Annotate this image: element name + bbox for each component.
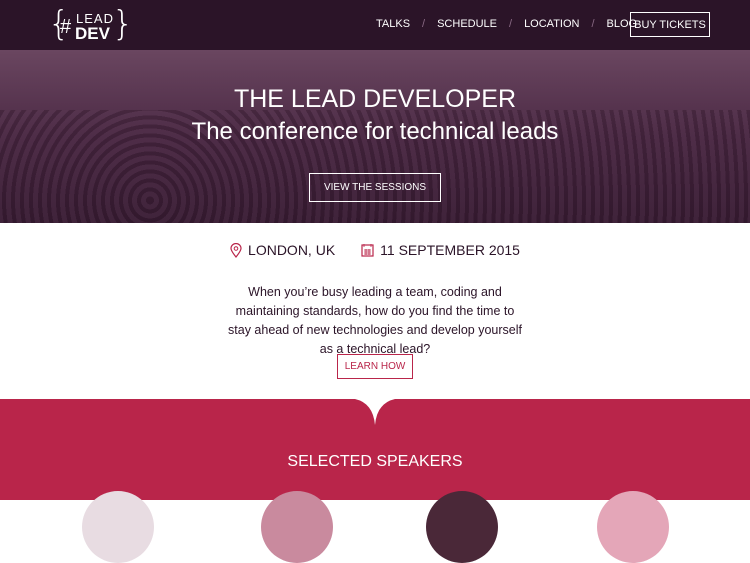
lead-dev-logo[interactable]: { # LEAD DEV } — [48, 7, 134, 43]
speakers-title: SELECTED SPEAKERS — [287, 453, 463, 470]
nav-separator: / — [591, 18, 595, 30]
site-header: { # LEAD DEV } TALKS / SCHEDULE / LOCATION… — [0, 0, 750, 50]
logo-hash: # — [60, 16, 72, 38]
event-date: 11 SEPTEMBER 2015 — [380, 242, 520, 258]
hero-title: THE LEAD DEVELOPER — [233, 85, 517, 113]
speaker-photo[interactable] — [82, 491, 154, 563]
main-nav: TALKS / SCHEDULE / LOCATION / BLOG — [376, 18, 637, 30]
hero-banner: THE LEAD DEVELOPER The conference for te… — [0, 50, 750, 223]
nav-talks[interactable]: TALKS — [376, 18, 410, 30]
nav-location[interactable]: LOCATION — [524, 18, 579, 30]
speaker-photo[interactable] — [261, 491, 333, 563]
buy-tickets-button[interactable]: BUY TICKETS — [630, 12, 710, 37]
speaker-photo[interactable] — [426, 491, 498, 563]
section-notch — [355, 399, 395, 425]
speaker-photo[interactable] — [597, 491, 669, 563]
view-sessions-button[interactable]: VIEW THE SESSIONS — [309, 173, 441, 202]
nav-separator: / — [509, 18, 513, 30]
hero-subtitle: The conference for technical leads — [191, 118, 559, 145]
location-pin-icon — [230, 242, 242, 258]
event-meta: LONDON, UK 11 SEPTEMBER 2015 — [0, 242, 750, 258]
logo-bottom: DEV — [75, 24, 110, 43]
nav-separator: / — [422, 18, 426, 30]
logo-brace-right: } — [112, 4, 134, 44]
intro-text: When you’re busy leading a team, coding … — [228, 285, 522, 356]
learn-how-button[interactable]: LEARN HOW — [337, 354, 413, 379]
event-location: LONDON, UK — [248, 242, 336, 258]
nav-schedule[interactable]: SCHEDULE — [437, 18, 497, 30]
calendar-icon — [361, 244, 374, 257]
